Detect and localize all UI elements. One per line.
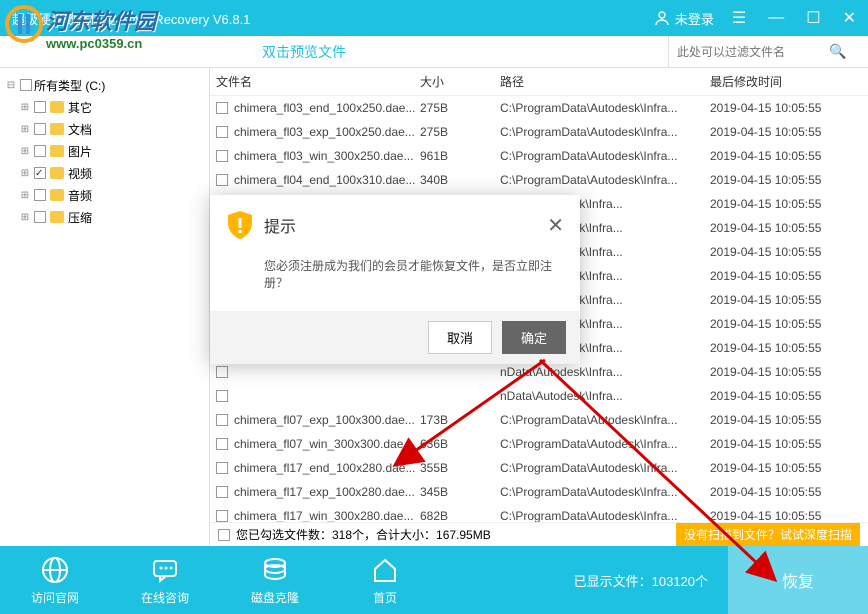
app-title: 超级硬盘数据恢复 SuperRecovery V6.8.1 [12,9,654,28]
minimize-button[interactable]: — [768,9,784,27]
dialog-title: 提示 [264,213,296,237]
tree-item[interactable]: ⊞其它 [4,96,205,118]
table-row[interactable]: chimera_fl03_end_100x250.dae...275BC:\Pr… [210,96,868,120]
user-icon [654,10,670,26]
recover-button[interactable]: 恢复 [728,546,868,614]
select-all-checkbox[interactable] [218,529,230,541]
close-button[interactable]: ✕ [843,8,856,28]
shield-icon [226,209,254,241]
toolbar: 双击预览文件 🔍 [0,36,868,68]
deep-scan-button[interactable]: 没有扫描到文件？试试深度扫描 [676,523,860,546]
grid-header: 文件名 大小 路径 最后修改时间 [210,68,868,96]
preview-hint: 双击预览文件 [0,42,668,62]
tree-item[interactable]: ⊞视频 [4,162,205,184]
table-row[interactable]: chimera_fl03_exp_100x250.dae...275BC:\Pr… [210,120,868,144]
tree-item[interactable]: ⊞图片 [4,140,205,162]
selection-summary: 您已勾选文件数：318个，合计大小：167.95MB [236,526,491,543]
bottom-home-button[interactable]: 首页 [330,555,440,606]
search-icon[interactable]: 🔍 [829,43,854,60]
sidebar: ⊟ 所有类型 (C:) ⊞其它⊞文档⊞图片⊞视频⊞音频⊞压缩 [0,68,210,546]
maximize-button[interactable]: ☐ [806,8,820,28]
col-name[interactable]: 文件名 [210,73,420,90]
table-row[interactable]: chimera_fl17_end_100x280.dae...355BC:\Pr… [210,456,868,480]
table-row[interactable]: chimera_fl03_win_300x250.dae...961BC:\Pr… [210,144,868,168]
table-row[interactable]: chimera_fl04_end_100x310.dae...340BC:\Pr… [210,168,868,192]
bottom-bar: 访问官网在线咨询磁盘克隆首页 已显示文件：103120个 恢复 [0,546,868,614]
login-status[interactable]: 未登录 [654,9,714,28]
bottom-site-button[interactable]: 访问官网 [0,555,110,606]
table-row[interactable]: chimera_fl17_exp_100x280.dae...345BC:\Pr… [210,480,868,504]
filter-input[interactable] [669,45,829,59]
tree-item[interactable]: ⊞音频 [4,184,205,206]
table-row[interactable]: chimera_fl17_win_300x280.dae...682BC:\Pr… [210,504,868,522]
tree-root[interactable]: ⊟ 所有类型 (C:) [4,74,205,96]
tree-item[interactable]: ⊞压缩 [4,206,205,228]
col-size[interactable]: 大小 [420,73,500,90]
table-row[interactable]: nData\Autodesk\Infra...2019-04-15 10:05:… [210,384,868,408]
menu-icon[interactable]: ☰ [732,8,746,28]
dialog-ok-button[interactable]: 确定 [502,321,566,354]
table-row[interactable]: chimera_fl07_exp_100x300.dae...173BC:\Pr… [210,408,868,432]
register-dialog: 提示 ✕ 您必须注册成为我们的会员才能恢复文件，是否立即注册？ 取消 确定 [210,195,580,364]
table-row[interactable]: chimera_fl07_win_300x300.dae...636BC:\Pr… [210,432,868,456]
bottom-clone-button[interactable]: 磁盘克隆 [220,555,330,606]
col-date[interactable]: 最后修改时间 [710,73,868,90]
filter-box: 🔍 [668,36,868,67]
bottom-chat-button[interactable]: 在线咨询 [110,555,220,606]
col-path[interactable]: 路径 [500,73,710,90]
dialog-close-button[interactable]: ✕ [547,213,564,238]
shown-count: 已显示文件：103120个 [440,571,728,590]
dialog-message: 您必须注册成为我们的会员才能恢复文件，是否立即注册？ [210,249,580,311]
tree-item[interactable]: ⊞文档 [4,118,205,140]
status-line: 您已勾选文件数：318个，合计大小：167.95MB 没有扫描到文件？试试深度扫… [210,522,868,546]
titlebar: 超级硬盘数据恢复 SuperRecovery V6.8.1 未登录 ☰ — ☐ … [0,0,868,36]
dialog-cancel-button[interactable]: 取消 [428,321,492,354]
